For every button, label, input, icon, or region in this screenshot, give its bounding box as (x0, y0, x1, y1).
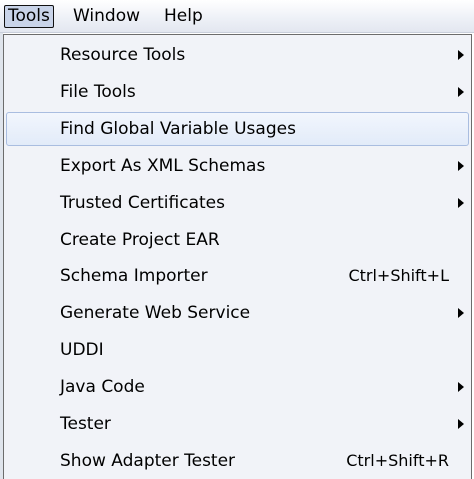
menu-item-label: Generate Web Service (60, 303, 251, 324)
menu-item-label: Schema Importer (60, 266, 208, 287)
menu-item-find-global-variable-usages[interactable]: Find Global Variable Usages (6, 111, 469, 146)
chevron-right-icon (458, 382, 464, 393)
chevron-right-icon (458, 160, 464, 171)
menu-item-shortcut: Ctrl+Shift+L (348, 266, 449, 286)
menu-item-file-tools[interactable]: File Tools (6, 75, 469, 109)
menu-tools[interactable]: Tools (4, 5, 54, 28)
chevron-right-icon (458, 308, 464, 319)
app-window: Tools Window Help Resource Tools File Too… (0, 0, 474, 479)
menu-item-label: File Tools (60, 81, 136, 102)
menu-item-uddi[interactable]: UDDI (6, 333, 469, 367)
menu-item-generate-web-service[interactable]: Generate Web Service (6, 296, 469, 330)
chevron-right-icon (458, 86, 464, 97)
chevron-right-icon (458, 419, 464, 429)
menu-item-shortcut: Ctrl+Shift+R (346, 450, 449, 470)
menu-item-create-project-ear[interactable]: Create Project EAR (6, 223, 469, 257)
menu-item-label: Find Global Variable Usages (60, 118, 296, 139)
menu-item-label: Tester (60, 414, 111, 434)
menu-item-label: Resource Tools (60, 45, 186, 65)
menu-item-label: Trusted Certificates (60, 192, 225, 213)
menu-item-java-code[interactable]: Java Code (6, 370, 469, 404)
menu-item-label: Java Code (60, 377, 145, 398)
menu-item-trusted-certificates[interactable]: Trusted Certificates (6, 186, 469, 220)
menu-item-show-adapter-tester[interactable]: Show Adapter Tester Ctrl+Shift+R (6, 444, 469, 478)
menu-item-label: Export As XML Schemas (60, 155, 266, 176)
menu-item-resource-tools[interactable]: Resource Tools (6, 38, 469, 72)
menu-item-label: UDDI (60, 340, 104, 361)
menu-item-export-as-xml-schemas[interactable]: Export As XML Schemas (6, 149, 469, 183)
menu-item-label: Create Project EAR (60, 229, 220, 250)
tools-dropdown-menu: Resource Tools File Tools Find Global Vari… (3, 34, 472, 479)
chevron-right-icon (458, 197, 464, 208)
menu-item-schema-importer[interactable]: Schema Importer Ctrl+Shift+L (6, 259, 469, 293)
chevron-right-icon (458, 50, 464, 60)
menu-item-label: Show Adapter Tester (60, 450, 236, 471)
menu-item-tester[interactable]: Tester (6, 407, 469, 441)
menu-bar: Tools Window Help (0, 0, 474, 33)
menu-help[interactable]: Help (164, 5, 203, 28)
menu-window[interactable]: Window (73, 5, 140, 28)
